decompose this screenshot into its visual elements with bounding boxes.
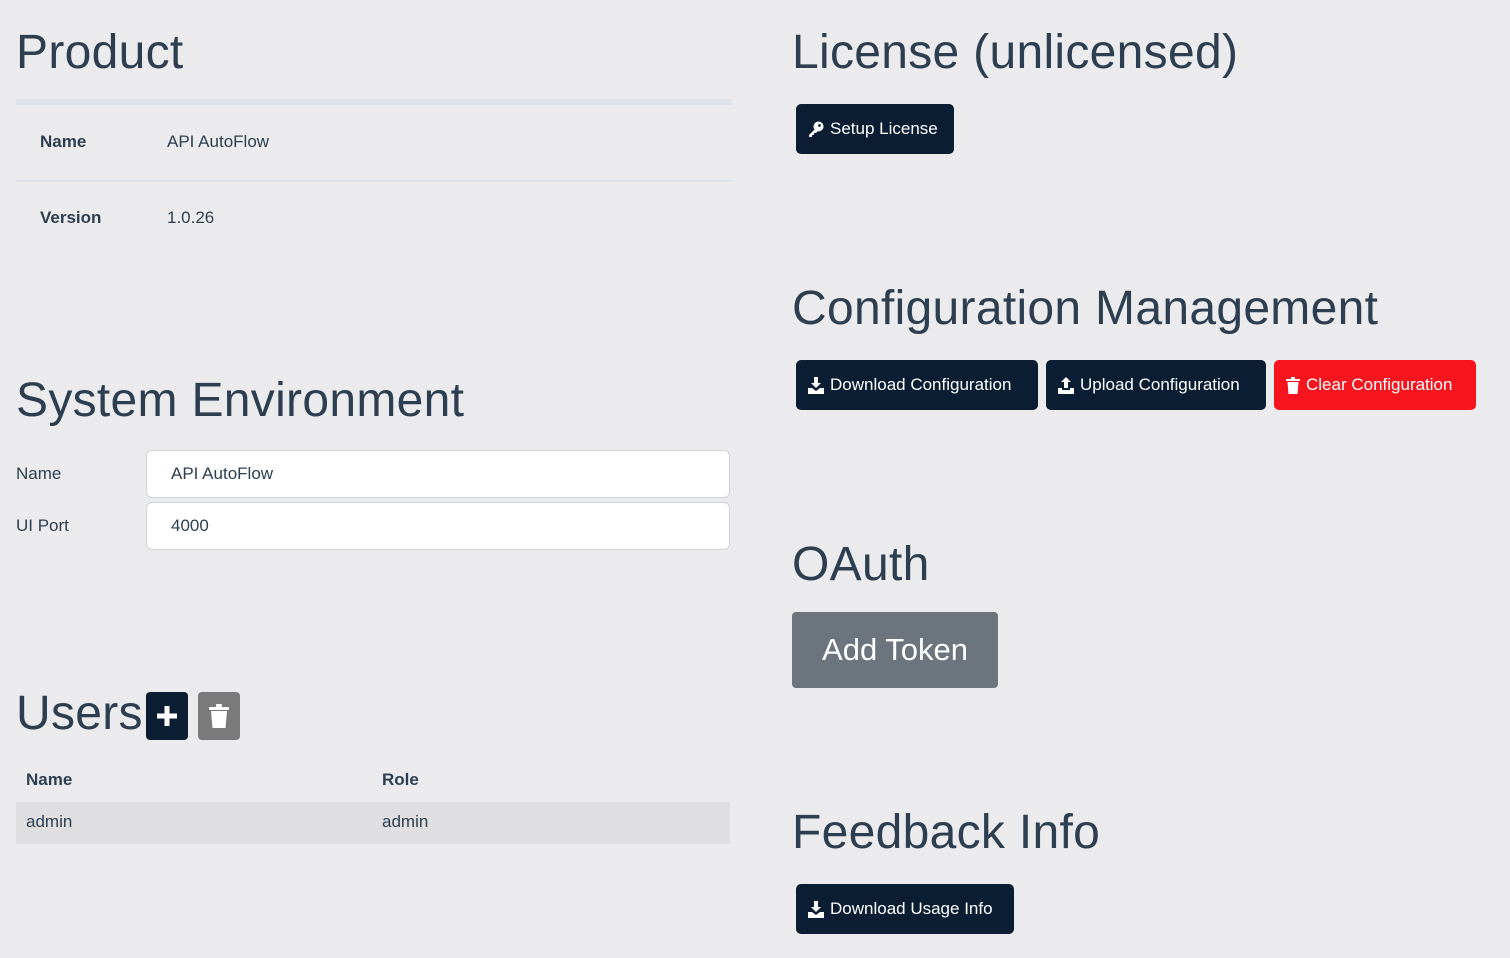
- clear-configuration-button[interactable]: Clear Configuration: [1274, 360, 1476, 410]
- key-icon: [809, 121, 824, 137]
- user-role-cell: admin: [382, 812, 429, 831]
- trash-icon: [1286, 376, 1300, 394]
- system-environment-title: System Environment: [16, 374, 465, 427]
- ui-port-input[interactable]: [146, 502, 730, 550]
- setup-license-button[interactable]: Setup License: [796, 104, 954, 154]
- user-name-cell: admin: [26, 812, 73, 831]
- clear-configuration-label: Clear Configuration: [1306, 375, 1453, 394]
- ui-port-label: UI Port: [16, 516, 69, 535]
- table-row[interactable]: [16, 802, 730, 844]
- env-name-label: Name: [16, 464, 62, 483]
- download-configuration-button[interactable]: Download Configuration: [796, 360, 1038, 410]
- env-name-input[interactable]: [146, 450, 730, 498]
- add-user-button[interactable]: [146, 692, 188, 740]
- product-name-key: Name: [40, 132, 87, 151]
- product-title: Product: [16, 26, 184, 79]
- product-version-value: 1.0.26: [167, 208, 215, 227]
- download-usage-info-label: Download Usage Info: [830, 899, 993, 918]
- upload-configuration-button[interactable]: Upload Configuration: [1046, 360, 1266, 410]
- configuration-management-title: Configuration Management: [792, 282, 1379, 335]
- users-col-role: Role: [382, 770, 419, 789]
- users-title: Users: [16, 687, 143, 740]
- product-table-header-rule: [16, 99, 732, 105]
- download-usage-info-button[interactable]: Download Usage Info: [796, 884, 1014, 934]
- trash-icon: [209, 704, 229, 728]
- plus-icon: [157, 706, 177, 726]
- upload-configuration-label: Upload Configuration: [1080, 375, 1240, 394]
- product-version-key: Version: [40, 208, 102, 227]
- download-icon: [808, 376, 824, 394]
- product-name-value: API AutoFlow: [167, 132, 270, 151]
- download-icon: [808, 900, 824, 918]
- product-row-divider: [16, 180, 732, 182]
- oauth-title: OAuth: [792, 538, 930, 591]
- add-token-button[interactable]: Add Token: [792, 612, 998, 688]
- license-title: License (unlicensed): [792, 26, 1239, 79]
- upload-icon: [1058, 376, 1074, 394]
- download-configuration-label: Download Configuration: [830, 375, 1012, 394]
- setup-license-label: Setup License: [830, 119, 938, 138]
- delete-user-button[interactable]: [198, 692, 240, 740]
- feedback-info-title: Feedback Info: [792, 806, 1101, 859]
- users-col-name: Name: [26, 770, 73, 789]
